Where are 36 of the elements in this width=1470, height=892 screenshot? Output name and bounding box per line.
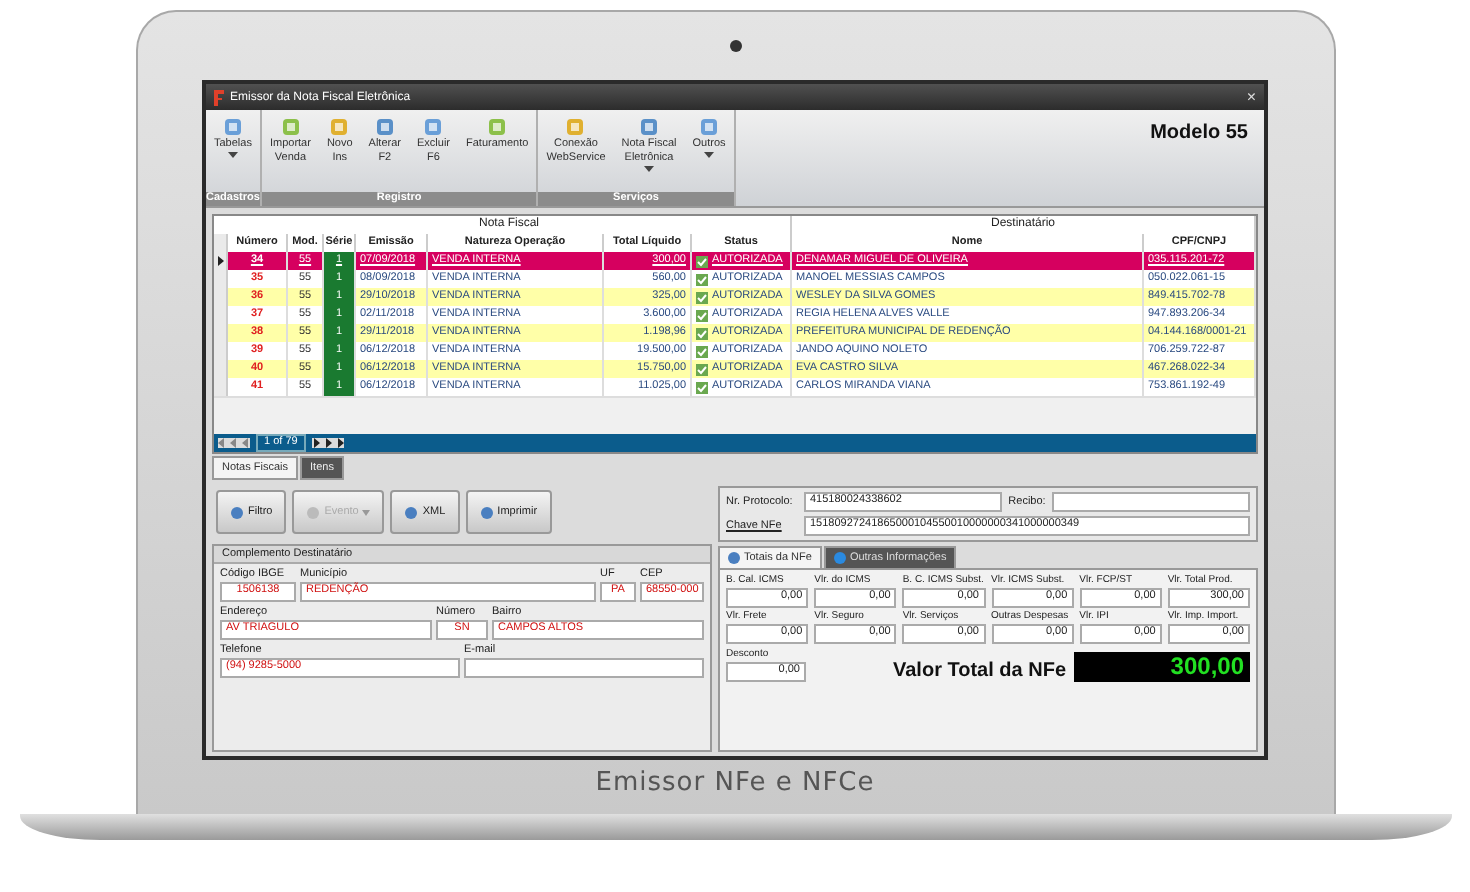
tab-icon	[833, 552, 846, 564]
tile-icon	[488, 118, 507, 136]
camera-icon	[729, 40, 741, 52]
caption: Emissor NFe e NFCe	[595, 766, 875, 802]
check-icon	[696, 345, 708, 357]
check-icon	[696, 255, 708, 267]
tile-icon	[375, 118, 394, 136]
action-icon	[230, 505, 244, 519]
tile-icon	[566, 118, 585, 136]
check-icon	[696, 327, 708, 339]
tile-icon	[640, 118, 659, 136]
grand-total-label: Valor Total da NFe	[891, 660, 1066, 682]
input-field[interactable]	[1051, 492, 1250, 512]
close-button[interactable]: ×	[1246, 89, 1256, 105]
action-icon	[306, 505, 321, 519]
check-icon	[696, 363, 708, 375]
tile-icon	[281, 118, 300, 136]
check-icon	[696, 273, 708, 285]
tile-icon	[330, 118, 349, 136]
tile-icon	[424, 118, 443, 136]
check-icon	[696, 291, 708, 303]
row-header-cell[interactable]	[214, 378, 228, 396]
row-pointer-icon	[217, 256, 223, 266]
tile-icon	[223, 118, 242, 136]
previous-arrows-icon[interactable]	[218, 438, 250, 448]
model-label: Modelo 55	[1148, 120, 1250, 148]
check-icon	[696, 309, 708, 321]
check-icon	[696, 381, 708, 393]
tile-icon	[700, 118, 719, 136]
app-icon	[214, 89, 224, 105]
tab-icon	[728, 552, 740, 564]
next-arrows-icon[interactable]	[311, 438, 344, 448]
input-field[interactable]	[464, 658, 704, 678]
action-icon	[404, 505, 419, 519]
action-icon	[479, 505, 494, 519]
grand-total-display: 300,00	[1074, 652, 1250, 682]
